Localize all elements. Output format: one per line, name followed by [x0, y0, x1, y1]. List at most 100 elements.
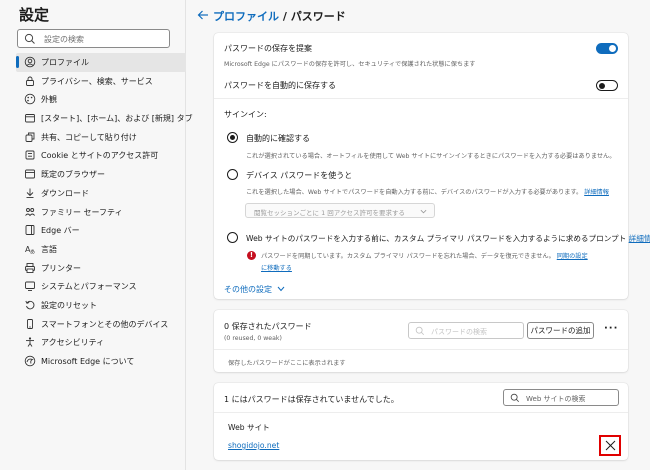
search-icon: [510, 393, 520, 403]
sync-settings-link[interactable]: 同期の設定: [557, 253, 588, 260]
reset-icon: [25, 300, 35, 310]
saved-passwords-stats: (0 reused, 0 weak): [224, 335, 282, 342]
sidebar-item-label: システムとパフォーマンス: [41, 282, 137, 292]
sidebar-item-label: プリンター: [41, 263, 81, 273]
option2-learn-more-link[interactable]: 詳細情報: [584, 189, 609, 196]
lock-icon: [26, 76, 34, 86]
auth-frequency-dropdown[interactable]: 閲覧セッションごとに 1 回アクセス許可を要求する: [245, 203, 435, 218]
offer-save-title: パスワードの保存を提案: [224, 44, 312, 53]
sidebar-item-label: 外観: [41, 95, 57, 105]
signin-label: サインイン:: [224, 110, 267, 119]
chevron-down-icon: [420, 209, 427, 214]
dropdown-value: 閲覧セッションごとに 1 回アクセス許可を要求する: [254, 209, 405, 217]
settings-search-input[interactable]: 設定の検索: [17, 29, 170, 48]
sidebar-item[interactable]: プロファイル: [16, 53, 186, 72]
add-password-button[interactable]: パスワードの追加: [527, 322, 594, 339]
printer-icon: [25, 262, 35, 273]
home-tab-icon: [25, 114, 35, 123]
option3-title: Web サイトのパスワードを入力する前に、カスタム プライマリ パスワードを入力…: [246, 233, 650, 244]
saved-passwords-title: 0 保存されたパスワード: [224, 322, 312, 331]
sidebar-item[interactable]: [スタート]、[ホーム]、および [新規] タブ: [16, 109, 193, 128]
search-placeholder: 設定の検索: [44, 35, 84, 44]
sidebar-item[interactable]: システムとパフォーマンス: [16, 277, 186, 296]
sidebar-item[interactable]: プリンター: [16, 259, 186, 278]
svg-text:あ: あ: [30, 249, 35, 255]
sidebar-item-label: Edge バー: [41, 226, 80, 236]
sidebar-item[interactable]: ダウンロード: [16, 184, 186, 203]
auto-save-toggle[interactable]: [596, 80, 618, 91]
auto-save-title: パスワードを自動的に保存する: [224, 81, 336, 90]
back-arrow-icon[interactable]: [197, 9, 209, 21]
site-permissions-icon: [25, 150, 35, 160]
sidebar-item-label: アクセシビリティ: [41, 338, 105, 348]
radio-device-password[interactable]: [227, 169, 238, 180]
breadcrumb: プロファイル / パスワード: [213, 8, 346, 24]
divider: [214, 412, 628, 413]
empty-passwords-text: 保存したパスワードがここに表示されます: [228, 360, 346, 367]
settings-title: 設定: [19, 6, 50, 24]
sidebar-item-label: Microsoft Edge について: [41, 357, 135, 366]
language-icon: Aあ: [25, 245, 35, 255]
search-placeholder: Web サイトの検索: [526, 394, 586, 403]
sidebar-item-label: 設定のリセット: [41, 300, 97, 310]
sidebar-item[interactable]: Edge バー: [16, 221, 186, 240]
sidebar-item[interactable]: スマートフォンとその他のデバイス: [16, 315, 186, 334]
sidebar-item[interactable]: 外観: [16, 90, 186, 109]
settings-sidebar: 設定 設定の検索 プロファイルプライバシー、検索、サービス 外観 [スタート]、[ホ…: [0, 0, 193, 470]
sidebar-item[interactable]: アクセシビリティ: [16, 333, 186, 352]
divider: [214, 98, 628, 99]
sidebar-item[interactable]: A あ言語: [16, 240, 186, 259]
sidebar-item[interactable]: 既定のブラウザー: [16, 165, 186, 184]
sync-settings-link-cont[interactable]: に移動する: [261, 263, 292, 272]
sidebar-item-label: スマートフォンとその他のデバイス: [41, 319, 169, 329]
website-column-header: Web サイト: [228, 423, 270, 432]
system-icon: [25, 281, 35, 292]
sidebar-item-label: 既定のブラウザー: [41, 170, 105, 180]
option3-learn-more-link[interactable]: 詳細情報: [629, 234, 650, 243]
never-saved-card: 1 にはパスワードは保存されていませんでした。 Web サイトの検索 Web サ…: [214, 383, 628, 460]
search-icon: [415, 326, 425, 336]
option1-title: 自動的に確認する: [246, 134, 310, 143]
password-search-input[interactable]: パスワードの検索: [408, 322, 524, 339]
never-saved-site-link[interactable]: shogidojo.net: [228, 441, 279, 450]
more-options-icon[interactable]: ···: [604, 323, 618, 334]
breadcrumb-profile-link[interactable]: プロファイル: [213, 10, 279, 23]
offer-save-toggle[interactable]: [596, 43, 618, 54]
saved-passwords-card: 0 保存されたパスワード (0 reused, 0 weak) パスワードの検索…: [214, 310, 628, 372]
divider: [214, 349, 628, 350]
option2-description: これを選択した場合、Web サイトでパスワードを自動入力する前に、デバイスのパス…: [246, 189, 609, 196]
phone-icon: [27, 318, 33, 329]
sidebar-item[interactable]: Cookie とサイトのアクセス許可: [16, 146, 186, 165]
share-icon: [25, 132, 35, 142]
breadcrumb-separator: /: [282, 10, 287, 23]
password-settings-card: パスワードの保存を提案 Microsoft Edge にパスワードの保存を許可し…: [214, 33, 650, 299]
toggle-knob: [599, 82, 605, 89]
sidebar-item-label: [スタート]、[ホーム]、および [新規] タブ: [41, 114, 193, 124]
offer-save-description: Microsoft Edge にパスワードの保存を許可し、セキュリティで保護され…: [224, 61, 476, 68]
option1-description: これが選択されている場合、オートフィルを使用して Web サイトにサインインする…: [246, 153, 616, 160]
radio-auto-check[interactable]: [227, 132, 238, 143]
remove-site-button[interactable]: [599, 435, 621, 456]
sidebar-item-label: ダウンロード: [41, 188, 89, 198]
page-title: パスワード: [290, 10, 346, 23]
profile-icon: [24, 56, 36, 68]
radio-primary-password[interactable]: [227, 232, 238, 243]
sidebar-item[interactable]: プライバシー、検索、サービス: [16, 72, 186, 91]
family-icon: [25, 207, 36, 216]
appearance-icon: [24, 94, 36, 105]
search-placeholder: パスワードの検索: [431, 327, 487, 336]
sidebar-item-label: Cookie とサイトのアクセス許可: [41, 151, 159, 161]
search-icon: [24, 33, 35, 44]
sidebar-item[interactable]: ファミリー セーフティ: [16, 203, 186, 222]
sidebar-item[interactable]: Microsoft Edge について: [16, 352, 186, 371]
sidebar-item-label: プライバシー、検索、サービス: [41, 76, 153, 86]
sidebar-item-label: プロファイル: [41, 58, 89, 67]
sidebar-item[interactable]: 共有、コピーして貼り付け: [16, 128, 186, 147]
never-saved-title: 1 にはパスワードは保存されていませんでした。: [224, 395, 399, 404]
website-search-input[interactable]: Web サイトの検索: [503, 389, 619, 406]
option2-title: デバイス パスワードを使うと: [246, 171, 353, 180]
close-icon: [605, 440, 616, 451]
accessibility-icon: [26, 337, 34, 348]
sidebar-item[interactable]: 設定のリセット: [16, 296, 186, 315]
more-settings-link[interactable]: その他の設定: [224, 284, 285, 295]
